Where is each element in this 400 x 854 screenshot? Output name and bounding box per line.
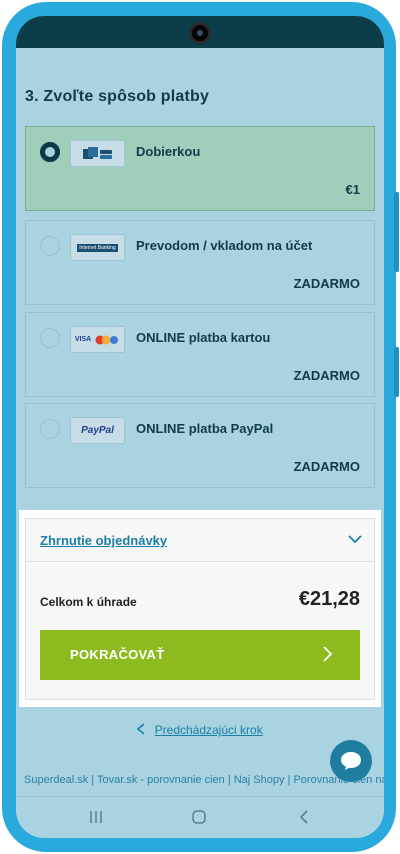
chat-button[interactable] <box>330 740 372 782</box>
divider <box>26 561 374 562</box>
visa-logo-text: VISA <box>74 336 92 343</box>
order-summary-toggle[interactable]: Zhrnutie objednávky <box>40 533 167 548</box>
total-label: Celkom k úhrade <box>40 595 137 609</box>
payment-option-name: Dobierkou <box>136 144 201 159</box>
order-summary-card: Zhrnutie objednávky Celkom k úhrade €21,… <box>25 518 375 700</box>
payment-option-cod[interactable]: Dobierkou €1 <box>25 126 375 211</box>
chevron-right-icon <box>323 646 332 662</box>
card-logos: VISA <box>70 326 125 353</box>
mastercard-icon <box>95 335 119 344</box>
order-summary-panel: Zhrnutie objednávky Celkom k úhrade €21,… <box>19 510 381 707</box>
chevron-left-icon <box>137 723 145 735</box>
phone-frame: 3. Zvoľte spôsob platby Dobierkou €1 Int… <box>2 2 399 852</box>
front-camera <box>189 22 211 44</box>
payment-option-bank-transfer[interactable]: Internet Banking Prevodom / vkladom na ú… <box>25 220 375 305</box>
paypal-logo-text: PayPal <box>81 425 114 436</box>
radio-button[interactable] <box>40 419 60 439</box>
payment-option-name: Prevodom / vkladom na účet <box>136 238 313 253</box>
cash-on-delivery-icon <box>70 140 125 167</box>
total-price: €21,28 <box>298 588 360 610</box>
back-icon[interactable] <box>298 809 310 825</box>
home-icon[interactable] <box>191 809 207 825</box>
previous-step-label: Predchádzajúci krok <box>154 723 263 737</box>
payment-option-card[interactable]: VISA ONLINE platba kartou ZADARMO <box>25 312 375 397</box>
android-nav-bar <box>16 796 384 838</box>
payment-option-price: ZADARMO <box>293 276 360 291</box>
status-bar <box>16 16 384 48</box>
chevron-down-icon[interactable] <box>348 535 362 544</box>
radio-button[interactable] <box>40 236 60 256</box>
internet-banking-logo: Internet Banking <box>70 234 125 261</box>
payment-option-name: ONLINE platba PayPal <box>136 421 274 436</box>
phone-screen: 3. Zvoľte spôsob platby Dobierkou €1 Int… <box>16 16 384 838</box>
payment-option-price: €1 <box>345 182 360 197</box>
recent-apps-icon[interactable] <box>88 809 104 825</box>
continue-button-label: POKRAČOVAŤ <box>70 647 165 662</box>
volume-button <box>394 192 399 272</box>
payment-option-name: ONLINE platba kartou <box>136 330 271 345</box>
payment-option-price: ZADARMO <box>293 459 360 474</box>
payment-section-title: 3. Zvoľte spôsob platby <box>25 88 210 105</box>
radio-button-selected[interactable] <box>40 142 60 162</box>
footer-links[interactable]: Superdeal.sk | Tovar.sk - porovnanie cie… <box>24 774 384 786</box>
continue-button[interactable]: POKRAČOVAŤ <box>40 630 360 680</box>
previous-step-link[interactable]: Predchádzajúci krok <box>16 723 384 737</box>
internet-banking-logo-text: Internet Banking <box>77 243 118 252</box>
payment-option-price: ZADARMO <box>293 368 360 383</box>
chat-icon <box>341 752 361 770</box>
payment-option-paypal[interactable]: PayPal ONLINE platba PayPal ZADARMO <box>25 403 375 488</box>
paypal-logo: PayPal <box>70 417 125 444</box>
radio-button[interactable] <box>40 328 60 348</box>
power-button <box>394 347 399 397</box>
